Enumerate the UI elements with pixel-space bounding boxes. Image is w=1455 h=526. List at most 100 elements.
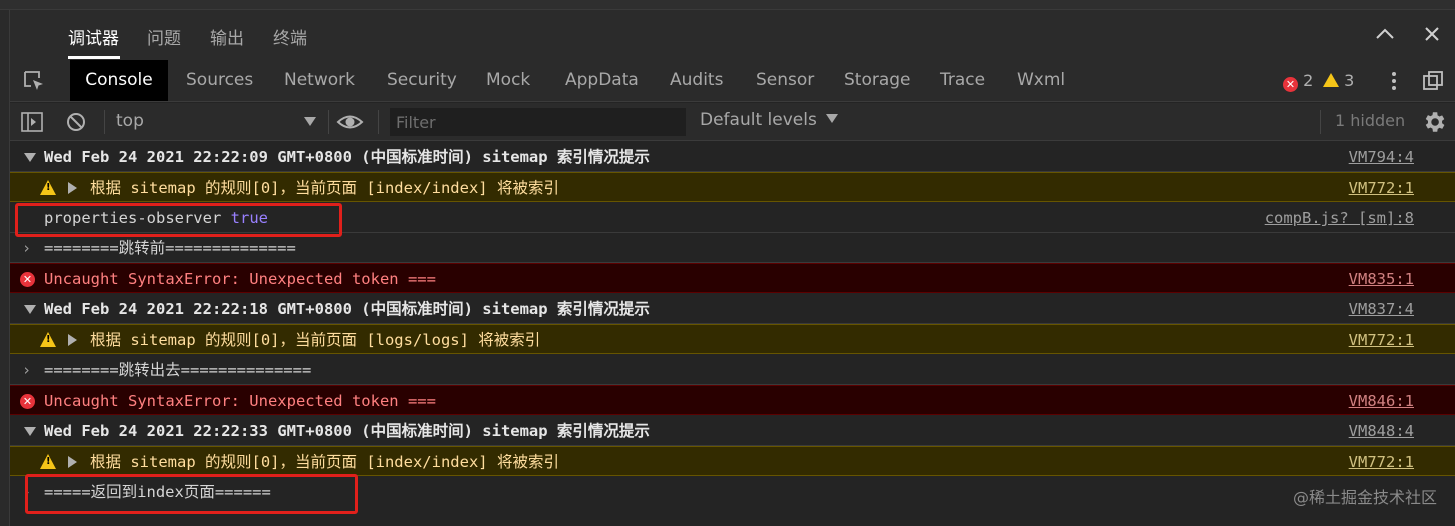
inspect-element-icon[interactable] xyxy=(22,69,46,93)
window-top-strip xyxy=(0,0,1455,10)
tab-sources[interactable]: Sources xyxy=(186,60,253,101)
console-message: 根据 sitemap 的规则[0]，当前页面 [index/index] 将被索… xyxy=(90,179,559,197)
console-message: 根据 sitemap 的规则[0]，当前页面 [logs/logs] 将被索引 xyxy=(90,331,541,349)
top-tab-debugger[interactable]: 调试器 xyxy=(68,24,119,49)
expand-triangle-icon[interactable] xyxy=(68,456,77,468)
source-link[interactable]: VM848:4 xyxy=(1349,416,1414,446)
console-log-row[interactable]: › =====返回到index页面====== xyxy=(10,477,1455,507)
console-message: Uncaught SyntaxError: Unexpected token =… xyxy=(44,392,436,410)
source-link[interactable]: VM835:1 xyxy=(1349,264,1414,294)
console-message: Wed Feb 24 2021 22:22:33 GMT+0800 (中国标准时… xyxy=(44,422,650,440)
console-message: ========跳转出去============== xyxy=(44,361,312,379)
chevron-right-icon: › xyxy=(22,239,32,257)
context-value: top xyxy=(116,111,144,131)
source-link[interactable]: VM772:1 xyxy=(1349,325,1414,355)
eye-icon[interactable] xyxy=(336,109,364,135)
log-levels-dropdown[interactable]: Default levels xyxy=(700,110,839,130)
gear-icon[interactable] xyxy=(1421,109,1447,135)
left-gutter xyxy=(0,10,10,526)
source-link[interactable]: VM772:1 xyxy=(1349,447,1414,477)
context-selector[interactable]: top xyxy=(116,111,316,135)
chevron-up-icon[interactable] xyxy=(1373,22,1397,46)
warning-count-badge[interactable]: 3 xyxy=(1323,60,1354,101)
source-link[interactable]: VM772:1 xyxy=(1349,173,1414,203)
chevron-right-icon: › xyxy=(22,361,32,379)
warning-count: 3 xyxy=(1344,71,1355,90)
caret-down-icon xyxy=(304,117,316,126)
log-text: properties-observer xyxy=(44,209,222,227)
console-warning-row[interactable]: 根据 sitemap 的规则[0]，当前页面 [index/index] 将被索… xyxy=(10,446,1455,476)
console-warning-row[interactable]: 根据 sitemap 的规则[0]，当前页面 [index/index] 将被索… xyxy=(10,172,1455,202)
console-log-row[interactable]: › ========跳转出去============== xyxy=(10,355,1455,385)
log-value: true xyxy=(230,209,268,227)
watermark: @稀土掘金技术社区 xyxy=(1292,488,1437,507)
console-group-row[interactable]: Wed Feb 24 2021 22:22:09 GMT+0800 (中国标准时… xyxy=(10,142,1455,172)
source-link[interactable]: VM837:4 xyxy=(1349,294,1414,324)
panel-tab-bar: Console Sources Network Security Mock Ap… xyxy=(10,60,1455,102)
tab-mock[interactable]: Mock xyxy=(486,60,530,101)
top-tab-bar: 调试器 问题 输出 终端 xyxy=(10,10,1455,60)
console-message: Wed Feb 24 2021 22:22:09 GMT+0800 (中国标准时… xyxy=(44,148,650,166)
console-log-row[interactable]: › ========跳转前============== xyxy=(10,233,1455,263)
source-link[interactable]: VM846:1 xyxy=(1349,386,1414,416)
tab-appdata[interactable]: AppData xyxy=(565,60,639,101)
console-message: properties-observer true xyxy=(44,203,268,233)
top-tab-terminal[interactable]: 终端 xyxy=(273,24,307,49)
sidebar-toggle-icon[interactable] xyxy=(20,110,44,134)
expand-triangle-icon[interactable] xyxy=(24,427,36,436)
active-tab-underline xyxy=(68,56,120,59)
tab-audits[interactable]: Audits xyxy=(670,60,723,101)
console-error-row[interactable]: ✕ Uncaught SyntaxError: Unexpected token… xyxy=(10,263,1455,293)
caret-down-icon xyxy=(826,114,839,123)
expand-triangle-icon[interactable] xyxy=(68,334,77,346)
warning-icon xyxy=(40,180,56,195)
filter-input[interactable] xyxy=(390,108,686,136)
error-count: 2 xyxy=(1303,71,1314,90)
more-options-icon[interactable] xyxy=(1382,69,1406,93)
toolbar-separator xyxy=(1320,110,1321,134)
tab-storage[interactable]: Storage xyxy=(844,60,911,101)
error-icon: ✕ xyxy=(1283,77,1298,92)
warning-icon xyxy=(40,454,56,469)
console-log-row[interactable]: properties-observer true compB.js? [sm]:… xyxy=(10,203,1455,233)
console-message: 根据 sitemap 的规则[0]，当前页面 [index/index] 将被索… xyxy=(90,453,559,471)
tab-network[interactable]: Network xyxy=(284,60,355,101)
source-link[interactable]: VM794:4 xyxy=(1349,142,1414,172)
source-link[interactable]: compB.js? [sm]:8 xyxy=(1265,203,1414,233)
top-tab-output[interactable]: 输出 xyxy=(210,24,244,49)
console-message: Wed Feb 24 2021 22:22:18 GMT+0800 (中国标准时… xyxy=(44,300,650,318)
tab-wxml[interactable]: Wxml xyxy=(1017,60,1065,101)
toolbar-separator xyxy=(328,110,329,134)
console-warning-row[interactable]: 根据 sitemap 的规则[0]，当前页面 [logs/logs] 将被索引 … xyxy=(10,324,1455,354)
error-count-badge[interactable]: ✕ 2 xyxy=(1283,60,1313,101)
console-error-row[interactable]: ✕ Uncaught SyntaxError: Unexpected token… xyxy=(10,385,1455,415)
chevron-right-icon: › xyxy=(22,483,32,501)
clear-console-icon[interactable] xyxy=(64,110,88,134)
toolbar-separator xyxy=(104,110,105,134)
console-message: Uncaught SyntaxError: Unexpected token =… xyxy=(44,270,436,288)
console-group-row[interactable]: Wed Feb 24 2021 22:22:18 GMT+0800 (中国标准时… xyxy=(10,294,1455,324)
console-group-row[interactable]: Wed Feb 24 2021 22:22:33 GMT+0800 (中国标准时… xyxy=(10,416,1455,446)
toolbar-separator xyxy=(378,110,379,134)
devtools-window: 调试器 问题 输出 终端 Console Sources Network Sec… xyxy=(0,0,1455,526)
tab-sensor[interactable]: Sensor xyxy=(756,60,814,101)
error-icon: ✕ xyxy=(20,394,35,409)
log-levels-label: Default levels xyxy=(700,110,817,130)
expand-triangle-icon[interactable] xyxy=(24,153,36,162)
expand-triangle-icon[interactable] xyxy=(24,305,36,314)
console-message: =====返回到index页面====== xyxy=(44,483,271,501)
undock-icon[interactable] xyxy=(1421,69,1445,93)
warning-icon xyxy=(1323,73,1339,87)
tab-console[interactable]: Console xyxy=(70,60,168,101)
console-message: ========跳转前============== xyxy=(44,239,296,257)
tab-security[interactable]: Security xyxy=(387,60,457,101)
console-toolbar: top Default levels 1 hidden xyxy=(10,103,1455,141)
console-output: Wed Feb 24 2021 22:22:09 GMT+0800 (中国标准时… xyxy=(10,142,1455,526)
hidden-count: 1 hidden xyxy=(1335,111,1406,130)
top-tab-problems[interactable]: 问题 xyxy=(147,24,181,49)
expand-triangle-icon[interactable] xyxy=(68,182,77,194)
warning-icon xyxy=(40,332,56,347)
error-icon: ✕ xyxy=(20,272,35,287)
close-icon[interactable] xyxy=(1420,22,1444,46)
tab-trace[interactable]: Trace xyxy=(940,60,985,101)
